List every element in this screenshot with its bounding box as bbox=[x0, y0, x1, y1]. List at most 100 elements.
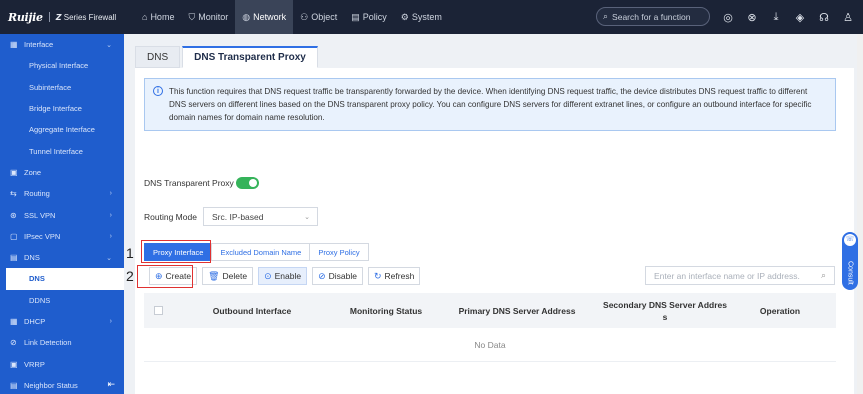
check-circle-icon: ⊙ bbox=[264, 270, 272, 281]
download-icon[interactable]: ⤓ bbox=[764, 11, 788, 24]
sidebar-item-dns-sub[interactable]: DNS bbox=[6, 268, 124, 290]
column-monitoring-status: Monitoring Status bbox=[349, 305, 423, 316]
nav-policy[interactable]: ▤ Policy bbox=[344, 0, 394, 34]
nav-home-label: Home bbox=[150, 12, 175, 22]
tab-dns[interactable]: DNS bbox=[135, 46, 181, 68]
sidebar-item-label: Neighbor Status bbox=[24, 380, 78, 390]
logo[interactable]: Ruijie Z Series Firewall bbox=[0, 11, 123, 24]
main-content: DNS DNS Transparent Proxy i This functio… bbox=[124, 34, 863, 394]
nav-monitor-label: Monitor bbox=[198, 12, 229, 22]
wireless-icon[interactable]: ◎ bbox=[716, 11, 740, 24]
search-icon: ⌕ bbox=[603, 11, 609, 21]
nav-monitor[interactable]: ⛉ Monitor bbox=[181, 0, 235, 34]
enable-button[interactable]: ⊙ Enable bbox=[258, 267, 308, 285]
consult-button[interactable]: ☏ Consult bbox=[842, 232, 858, 290]
column-operation: Operation bbox=[759, 305, 801, 316]
nav-system-label: System bbox=[411, 12, 442, 22]
proxy-toggle-switch[interactable] bbox=[236, 177, 259, 189]
subtab-proxy-policy[interactable]: Proxy Policy bbox=[309, 243, 369, 261]
refresh-icon: ↻ bbox=[374, 270, 382, 281]
routing-mode-select[interactable]: Src. IP-based ⌄ bbox=[203, 207, 318, 226]
top-nav: ⌂ Home ⛉ Monitor ◍ Network ⚇ Object ▤ Policy … bbox=[135, 0, 449, 34]
nav-network-label: Network bbox=[253, 12, 287, 22]
info-text: This function requires that DNS request … bbox=[169, 87, 812, 122]
gear-icon: ⚙ bbox=[400, 11, 409, 22]
neighbor-icon: ▤ bbox=[10, 380, 18, 390]
function-search-input[interactable]: ⌕ Search for a function bbox=[596, 7, 710, 26]
dhcp-icon: ▦ bbox=[10, 317, 18, 326]
collapse-sidebar-icon[interactable]: ⇤ bbox=[107, 379, 115, 390]
column-secondary-dns: Secondary DNS Server Address bbox=[603, 299, 727, 322]
sidebar-item-interface[interactable]: ▦ Interface ⌄ bbox=[0, 34, 124, 55]
search-icon: ⌕ bbox=[820, 270, 826, 280]
sidebar-item-subinterface[interactable]: Subinterface bbox=[0, 77, 124, 98]
table-header: Outbound Interface Monitoring Status Pri… bbox=[144, 293, 836, 328]
zone-icon: ▣ bbox=[10, 167, 18, 177]
sidebar-item-ssl-vpn[interactable]: ⊛ SSL VPN › bbox=[0, 204, 124, 225]
sidebar-item-dns[interactable]: ▤ DNS ⌄ bbox=[0, 247, 124, 268]
sidebar-item-label: DHCP bbox=[24, 317, 46, 326]
headset-icon[interactable]: ☊ bbox=[812, 11, 836, 24]
table-search-input[interactable]: Enter an interface name or IP address. ⌕ bbox=[645, 266, 835, 285]
shield-icon: ⛉ bbox=[188, 11, 196, 22]
sidebar-item-ddns[interactable]: DDNS bbox=[0, 290, 124, 311]
sidebar-item-ipsec-vpn[interactable]: ▢ IPsec VPN › bbox=[0, 226, 124, 247]
lock-icon: ▢ bbox=[10, 231, 18, 241]
sidebar-item-label: Link Detection bbox=[24, 338, 72, 348]
page-scrollbar[interactable] bbox=[857, 34, 863, 394]
vpn-icon: ⊛ bbox=[10, 210, 17, 220]
nav-home[interactable]: ⌂ Home bbox=[135, 0, 181, 34]
proxy-toggle-label: DNS Transparent Proxy bbox=[144, 178, 234, 188]
users-icon: ⚇ bbox=[300, 11, 309, 22]
ban-icon: ⊘ bbox=[318, 270, 326, 281]
refresh-label: Refresh bbox=[384, 271, 415, 281]
sidebar-item-label: VRRP bbox=[24, 359, 45, 369]
sidebar: ▦ Interface ⌄ Physical Interface Subinterf… bbox=[0, 34, 124, 394]
sidebar-item-neighbor-status[interactable]: ▤ Neighbor Status bbox=[0, 375, 124, 394]
sidebar-item-tunnel-interface[interactable]: Tunnel Interface bbox=[0, 140, 124, 161]
sidebar-item-label: DNS bbox=[24, 253, 40, 263]
function-search-placeholder: Search for a function bbox=[612, 11, 691, 22]
nav-network[interactable]: ◍ Network bbox=[235, 0, 294, 34]
logo-divider bbox=[48, 12, 50, 22]
sidebar-item-routing[interactable]: ⇆ Routing › bbox=[0, 183, 124, 204]
nav-object[interactable]: ⚇ Object bbox=[293, 0, 344, 34]
vrrp-icon: ▣ bbox=[10, 359, 18, 369]
sidebar-item-label: Routing bbox=[24, 189, 50, 199]
chevron-right-icon: › bbox=[109, 190, 112, 198]
sidebar-item-vrrp[interactable]: ▣ VRRP bbox=[0, 353, 124, 374]
enable-label: Enable bbox=[274, 271, 302, 281]
routing-mode-value: Src. IP-based bbox=[212, 211, 264, 222]
delete-button[interactable]: 🗑 Delete bbox=[202, 267, 254, 285]
sidebar-item-physical-interface[interactable]: Physical Interface bbox=[0, 55, 124, 76]
sidebar-item-zone[interactable]: ▣ Zone bbox=[0, 162, 124, 183]
select-all-checkbox[interactable] bbox=[154, 306, 163, 315]
globe-icon: ◍ bbox=[242, 11, 251, 22]
step-number-2: 2 bbox=[126, 268, 134, 284]
refresh-button[interactable]: ↻ Refresh bbox=[368, 267, 421, 285]
product-mark: Z bbox=[55, 12, 62, 22]
table-search-placeholder: Enter an interface name or IP address. bbox=[654, 270, 800, 281]
sidebar-item-aggregate-interface[interactable]: Aggregate Interface bbox=[0, 119, 124, 140]
sidebar-item-bridge-interface[interactable]: Bridge Interface bbox=[0, 98, 124, 119]
sidebar-item-label: SSL VPN bbox=[24, 210, 56, 220]
brand-logo: Ruijie bbox=[8, 10, 43, 24]
subtab-excluded-domain-name[interactable]: Excluded Domain Name bbox=[211, 243, 311, 261]
consult-label: Consult bbox=[846, 261, 854, 285]
sidebar-item-label: Interface bbox=[24, 40, 54, 50]
column-primary-dns: Primary DNS Server Address bbox=[458, 305, 576, 316]
highlight-box-create bbox=[137, 265, 193, 288]
chevron-down-icon: ⌄ bbox=[304, 213, 310, 221]
sidebar-item-label: Zone bbox=[24, 167, 42, 177]
step-number-1: 1 bbox=[126, 245, 134, 261]
user-icon[interactable]: ♙ bbox=[836, 11, 860, 24]
compass-icon[interactable]: ◈ bbox=[788, 11, 812, 24]
tab-dns-transparent-proxy[interactable]: DNS Transparent Proxy bbox=[182, 46, 318, 68]
route-icon: ⇆ bbox=[10, 189, 17, 199]
nav-system[interactable]: ⚙ System bbox=[394, 0, 449, 34]
sidebar-item-dhcp[interactable]: ▦ DHCP › bbox=[0, 311, 124, 332]
disable-button[interactable]: ⊘ Disable bbox=[312, 267, 363, 285]
network-icon[interactable]: ⊗ bbox=[740, 11, 764, 24]
info-banner: i This function requires that DNS reques… bbox=[144, 78, 836, 131]
sidebar-item-link-detection[interactable]: ⊘ Link Detection bbox=[0, 332, 124, 353]
